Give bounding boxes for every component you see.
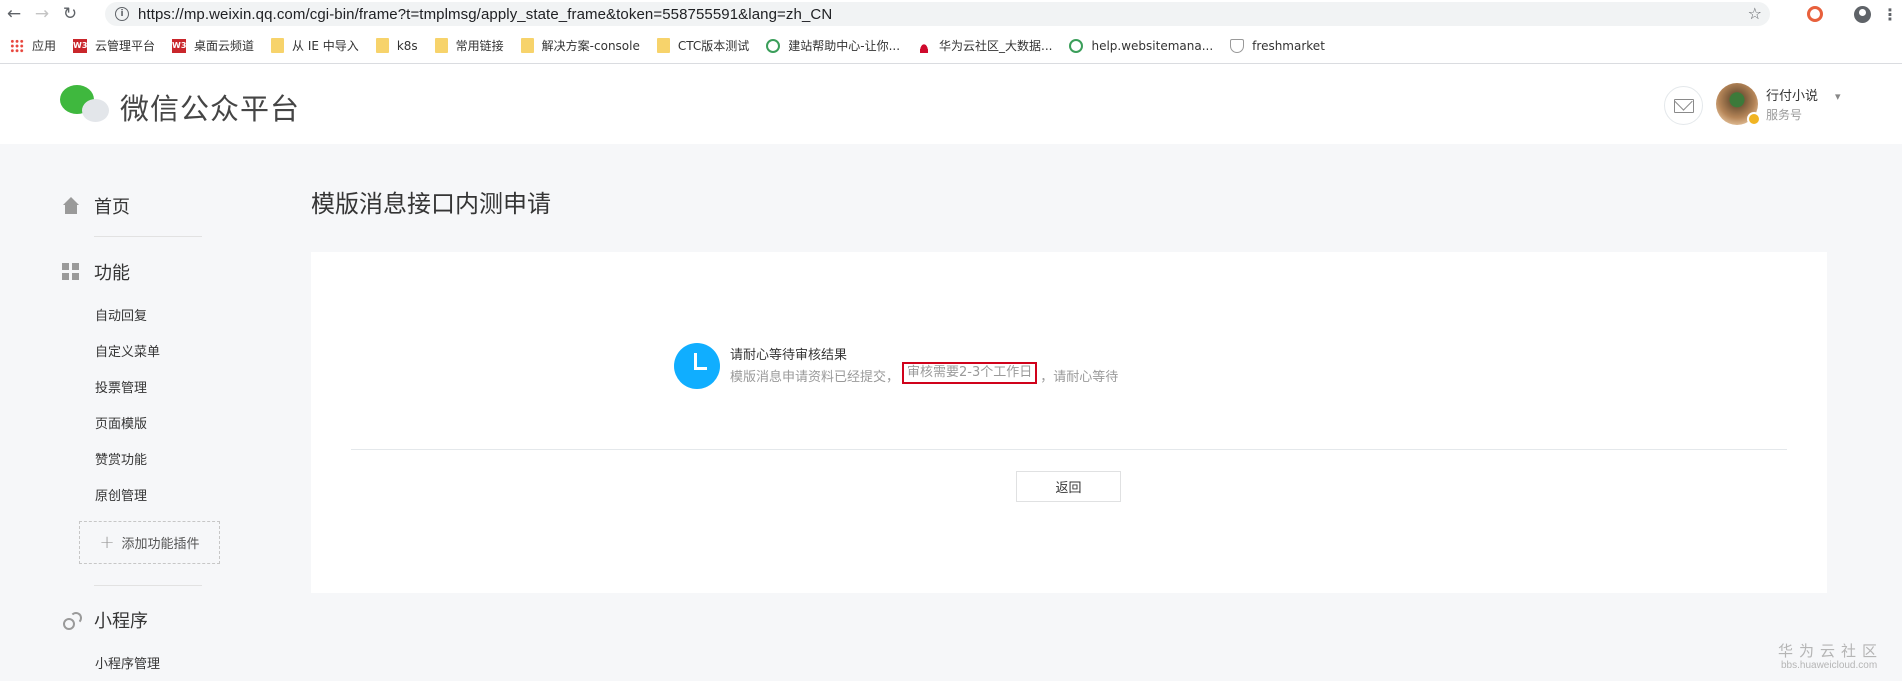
info-icon[interactable]: i: [115, 7, 129, 21]
apps-grid-icon: [10, 38, 24, 53]
extension-icon[interactable]: [1805, 4, 1825, 24]
bookmark-item[interactable]: help.websitemana...: [1069, 38, 1214, 53]
huawei-icon: [917, 38, 932, 53]
bookmark-folder[interactable]: 解决方案-console: [520, 37, 640, 54]
folder-icon: [656, 38, 670, 53]
back-arrow-icon[interactable]: ←: [0, 0, 28, 28]
wechat-logo-icon[interactable]: [60, 85, 112, 125]
message-button[interactable]: [1664, 86, 1703, 125]
sidebar-item-home[interactable]: 首页: [62, 193, 130, 219]
account-type: 服务号: [1766, 108, 1803, 122]
bookmark-item[interactable]: W3 云管理平台: [73, 37, 155, 54]
status-desc-text: 模版消息申请资料已经提交，: [730, 370, 900, 385]
bookmark-item[interactable]: 建站帮助中心-让你...: [766, 37, 900, 54]
bookmark-folder[interactable]: k8s: [375, 38, 418, 53]
account-icon[interactable]: [1852, 4, 1872, 24]
sidebar-item-original[interactable]: 原创管理: [95, 485, 147, 504]
home-icon: [62, 197, 80, 215]
site-icon: [766, 38, 781, 53]
bookmark-star-icon[interactable]: ☆: [1748, 4, 1762, 23]
sidebar-divider: [94, 585, 202, 586]
site-icon: [1069, 38, 1084, 53]
sidebar-item-page-template[interactable]: 页面模版: [95, 413, 147, 432]
bookmark-item[interactable]: freshmarket: [1230, 38, 1325, 53]
bookmark-folder[interactable]: 常用链接: [434, 37, 504, 54]
w3-icon: W3: [172, 38, 186, 53]
grid-icon: [62, 263, 80, 281]
bookmark-item[interactable]: 华为云社区_大数据...: [917, 37, 1052, 54]
browser-menu-icon[interactable]: ⋮: [1880, 4, 1900, 24]
chevron-down-icon[interactable]: ▾: [1835, 90, 1841, 103]
review-time-highlight: 审核需要2-3个工作日: [902, 362, 1038, 384]
browser-toolbar: ← → ↻ i https://mp.weixin.qq.com/cgi-bin…: [0, 0, 1902, 28]
sidebar-section-miniprogram: 小程序: [62, 607, 148, 633]
sidebar-section-label: 功能: [94, 263, 130, 284]
status-description: 模版消息申请资料已经提交， 审核需要2-3个工作日 ，请耐心等待: [730, 362, 1119, 385]
watermark-title: 华为云社区: [1778, 642, 1884, 660]
bookmark-folder[interactable]: 从 IE 中导入: [271, 37, 359, 54]
clock-icon: [674, 343, 720, 389]
bookmark-label: 云管理平台: [95, 39, 156, 53]
sidebar-item-miniprogram-manage[interactable]: 小程序管理: [95, 653, 160, 672]
address-bar[interactable]: i https://mp.weixin.qq.com/cgi-bin/frame…: [105, 2, 1770, 26]
folder-icon: [271, 38, 285, 53]
sidebar-section-features: 功能: [62, 259, 130, 285]
bookmark-label: 桌面云频道: [194, 39, 255, 53]
folder-icon: [434, 38, 448, 53]
address-url[interactable]: https://mp.weixin.qq.com/cgi-bin/frame?t…: [138, 6, 832, 23]
account-name[interactable]: 行付小说: [1766, 85, 1818, 104]
sidebar-item-reward[interactable]: 赞赏功能: [95, 449, 147, 468]
sidebar-divider: [94, 236, 202, 237]
plus-icon: +: [99, 532, 115, 553]
bookmarks-bar: 应用 W3 云管理平台 W3 桌面云频道 从 IE 中导入 k8s 常用链接 解决方…: [0, 28, 1902, 64]
page-title: 模版消息接口内测申请: [311, 190, 551, 218]
sidebar-item-auto-reply[interactable]: 自动回复: [95, 305, 147, 324]
bookmark-label: CTC版本测试: [677, 39, 750, 53]
shield-icon: [1230, 38, 1245, 53]
reload-icon[interactable]: ↻: [56, 0, 84, 28]
sidebar-item-label: 首页: [94, 197, 130, 218]
sidebar-item-vote[interactable]: 投票管理: [95, 377, 147, 396]
link-icon: [62, 611, 82, 630]
bookmark-label: 从 IE 中导入: [292, 39, 359, 53]
bookmark-apps[interactable]: 应用: [10, 37, 56, 54]
bookmark-label: 常用链接: [455, 39, 504, 53]
bookmark-item[interactable]: W3 桌面云频道: [172, 37, 254, 54]
back-button[interactable]: 返回: [1016, 471, 1121, 502]
folder-icon: [520, 38, 534, 53]
bookmark-label: 解决方案-console: [541, 39, 640, 53]
page-header: 微信公众平台 行付小说 服务号 ▾: [0, 64, 1902, 144]
status-desc-text: ，请耐心等待: [1040, 370, 1119, 385]
bookmark-label: help.websitemana...: [1091, 38, 1214, 53]
bookmark-label: 华为云社区_大数据...: [939, 39, 1053, 53]
card-divider: [351, 449, 1787, 450]
w3-icon: W3: [73, 38, 87, 53]
sidebar: 首页 功能 自动回复 自定义菜单 投票管理 页面模版 赞赏功能 原创管理 + 添…: [0, 144, 240, 681]
brand-title[interactable]: 微信公众平台: [120, 86, 300, 128]
bookmark-label: k8s: [396, 38, 418, 53]
mail-icon: [1673, 98, 1694, 113]
forward-arrow-icon[interactable]: →: [28, 0, 56, 28]
verified-badge-icon: [1747, 112, 1761, 126]
status-title: 请耐心等待审核结果: [730, 348, 848, 363]
bookmark-label: freshmarket: [1252, 38, 1325, 53]
sidebar-item-custom-menu[interactable]: 自定义菜单: [95, 341, 160, 360]
add-plugin-button[interactable]: + 添加功能插件: [79, 521, 220, 564]
watermark-url: bbs.huaweicloud.com: [1781, 660, 1878, 671]
bookmark-folder[interactable]: CTC版本测试: [656, 37, 750, 54]
folder-icon: [375, 38, 389, 53]
bookmark-label: 建站帮助中心-让你...: [788, 39, 901, 53]
bookmark-label: 应用: [32, 39, 57, 53]
status-card: 请耐心等待审核结果 模版消息申请资料已经提交， 审核需要2-3个工作日 ，请耐心…: [311, 252, 1827, 593]
add-plugin-label: 添加功能插件: [121, 537, 200, 552]
sidebar-section-label: 小程序: [94, 611, 148, 632]
